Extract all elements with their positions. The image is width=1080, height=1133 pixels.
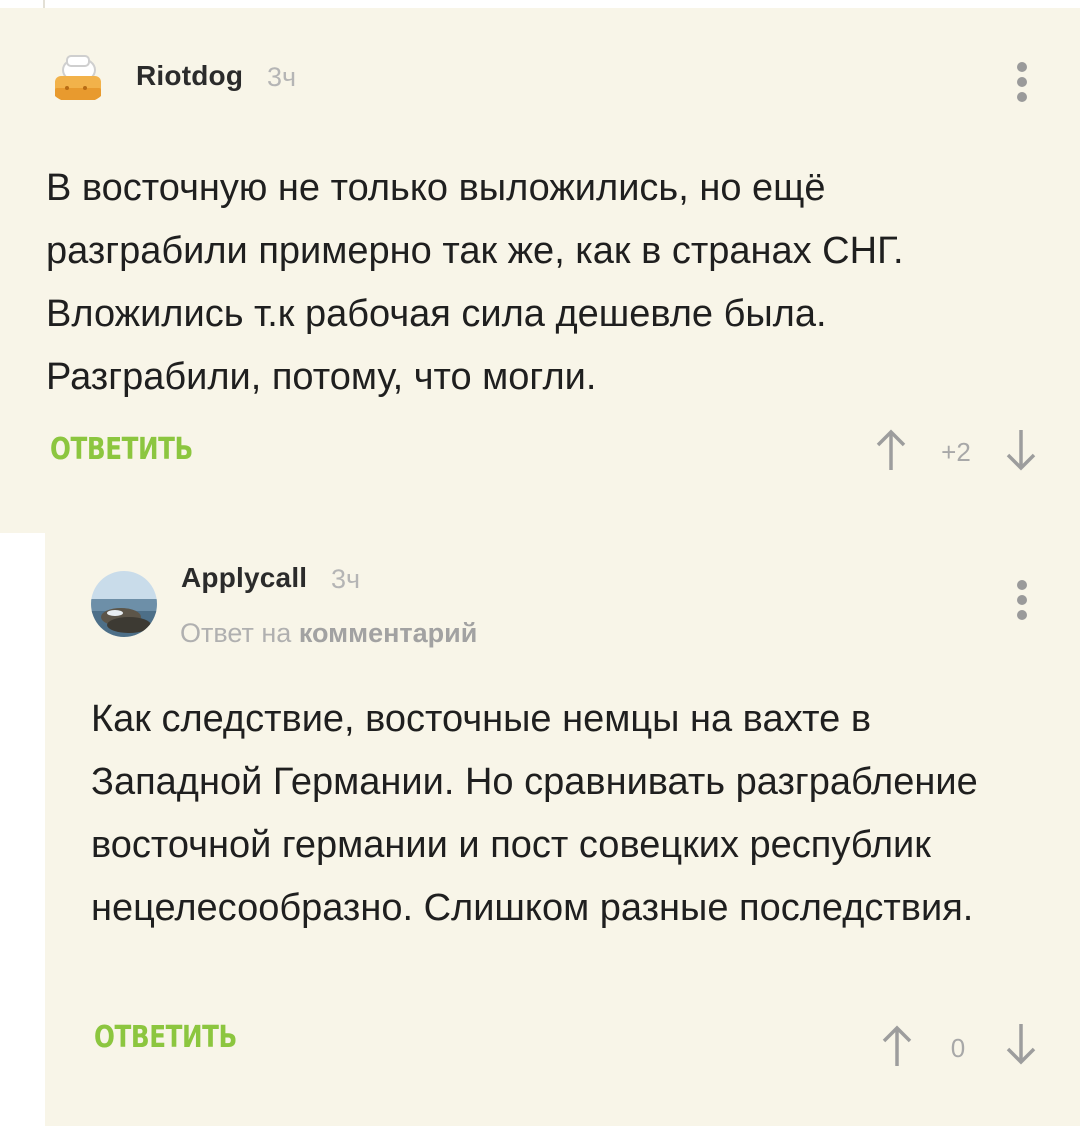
upvote-arrow-icon[interactable] bbox=[880, 1024, 914, 1068]
top-strip bbox=[0, 0, 1080, 8]
comment-text: Как следствие, восточные немцы на вахте … bbox=[91, 698, 978, 929]
reply-to-prefix: Ответ на bbox=[180, 618, 292, 648]
comment-riotdog: Riotdog 3ч В восточную не только выложил… bbox=[0, 8, 1080, 533]
comment-text: В восточную не только выложились, но ещё… bbox=[46, 167, 904, 398]
thread-line bbox=[43, 0, 45, 8]
reply-to-line: Ответ на комментарий bbox=[180, 618, 477, 649]
avatar[interactable] bbox=[45, 48, 111, 104]
bottom-edge bbox=[45, 1128, 1080, 1133]
comment-author[interactable]: Riotdog bbox=[136, 60, 243, 92]
rating-count: 0 bbox=[950, 1033, 966, 1063]
avatar[interactable] bbox=[91, 571, 157, 637]
reply-button[interactable]: ОТВЕТИТЬ bbox=[94, 1020, 237, 1055]
reply-to-link[interactable]: комментарий bbox=[299, 618, 478, 648]
comment-author[interactable]: Applycall bbox=[181, 562, 307, 594]
rating-count: +2 bbox=[941, 437, 971, 467]
upvote-arrow-icon[interactable] bbox=[874, 428, 908, 472]
comment-time: 3ч bbox=[267, 62, 297, 92]
downvote-arrow-icon[interactable] bbox=[1004, 428, 1038, 472]
kebab-menu-icon[interactable] bbox=[1015, 580, 1029, 622]
reply-button[interactable]: ОТВЕТИТЬ bbox=[50, 432, 193, 467]
comment-time: 3ч bbox=[331, 564, 361, 594]
downvote-arrow-icon[interactable] bbox=[1004, 1022, 1038, 1066]
kebab-menu-icon[interactable] bbox=[1015, 62, 1029, 104]
